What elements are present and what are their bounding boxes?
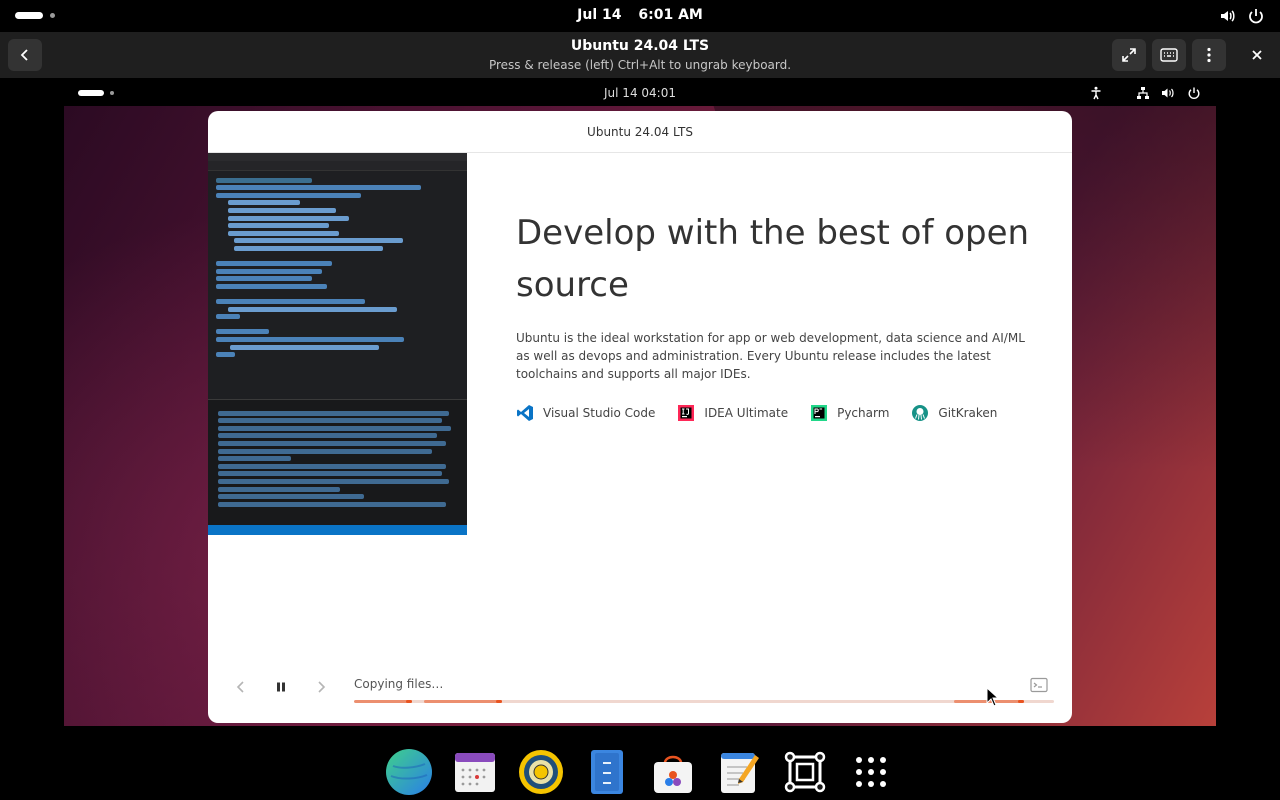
show-terminal-button[interactable]	[1030, 677, 1048, 697]
pause-icon	[277, 682, 285, 692]
rhythmbox-icon	[519, 750, 563, 794]
host-time: 6:01 AM	[638, 7, 703, 23]
fullscreen-icon	[1122, 48, 1136, 62]
ide-item-gitkraken: GitKraken	[911, 404, 997, 422]
ungrab-hint: Press & release (left) Ctrl+Alt to ungra…	[488, 58, 792, 72]
slide-heading: Develop with the best of open source	[516, 213, 1030, 305]
vm-top-bar: Jul 14 04:01	[64, 80, 1216, 106]
dock-app-center[interactable]	[649, 748, 697, 796]
ide-label: Pycharm	[837, 406, 890, 420]
install-progress-bar	[354, 700, 1054, 703]
gitkraken-icon	[912, 405, 929, 421]
previous-slide-icon	[236, 681, 244, 693]
vm-volume-icon[interactable]	[1161, 86, 1175, 100]
calendar-icon	[455, 753, 495, 792]
app-grid-icon	[856, 757, 886, 787]
text-editor-icon	[721, 753, 759, 793]
host-clock[interactable]: Jul 14 6:01 AM	[0, 7, 1280, 23]
power-icon[interactable]	[1247, 7, 1265, 25]
next-slide-icon	[318, 681, 326, 693]
dock-rhythmbox[interactable]	[517, 748, 565, 796]
vscode-icon	[517, 405, 533, 421]
ide-item-vscode: Visual Studio Code	[516, 404, 655, 422]
vscode-screenshot	[208, 153, 467, 535]
pycharm-icon	[811, 405, 828, 421]
ide-label: IDEA Ultimate	[704, 406, 789, 420]
terminal-icon	[1030, 677, 1048, 693]
keyboard-button[interactable]	[1152, 39, 1186, 71]
install-status: Copying files…	[354, 677, 444, 691]
host-top-bar: Jul 14 6:01 AM	[0, 0, 1280, 32]
next-slide-button[interactable]	[312, 678, 330, 696]
accessibility-icon[interactable]	[1089, 86, 1103, 100]
close-icon	[1252, 50, 1262, 60]
ide-item-idea: IDEA Ultimate	[677, 404, 788, 422]
app-center-icon	[654, 755, 692, 793]
files-icon	[591, 750, 623, 794]
vm-clock[interactable]: Jul 14 04:01	[64, 86, 1216, 100]
dock-calendar[interactable]	[451, 748, 499, 796]
browser-icon	[386, 749, 432, 795]
dock-boxes[interactable]	[781, 748, 829, 796]
vm-display[interactable]: Jul 14 04:01 Ubuntu 24.04 LTS Develop wi…	[64, 80, 1216, 726]
vm-power-icon[interactable]	[1187, 86, 1201, 100]
boxes-icon	[784, 751, 826, 793]
ide-label: GitKraken	[938, 406, 998, 420]
slide-description: Ubuntu is the ideal workstation for app …	[516, 331, 1025, 381]
dock-app-grid[interactable]	[847, 748, 895, 796]
vscode-status-bar	[208, 525, 467, 535]
dock-files[interactable]	[583, 748, 631, 796]
dock-text-editor[interactable]	[715, 748, 763, 796]
pause-button[interactable]	[272, 678, 290, 696]
network-icon[interactable]	[1136, 86, 1150, 100]
menu-button[interactable]	[1192, 39, 1226, 71]
keyboard-icon	[1160, 48, 1178, 62]
volume-icon[interactable]	[1219, 7, 1237, 25]
boxes-header-bar: Ubuntu 24.04 LTS Press & release (left) …	[0, 32, 1280, 78]
installer-window: Ubuntu 24.04 LTS Develop with the best o…	[208, 111, 1072, 723]
mouse-cursor-icon	[986, 687, 1000, 707]
host-date: Jul 14	[577, 7, 622, 23]
window-title: Ubuntu 24.04 LTS	[570, 38, 710, 54]
ide-label: Visual Studio Code	[543, 406, 656, 420]
menu-icon	[1207, 47, 1211, 63]
installer-title: Ubuntu 24.04 LTS	[208, 111, 1072, 153]
dock-browser[interactable]	[385, 748, 433, 796]
ide-list: Visual Studio Code IDEA Ultimate Pycharm…	[516, 403, 1019, 423]
dock	[0, 740, 1280, 800]
close-button[interactable]	[1240, 39, 1274, 71]
previous-slide-button[interactable]	[232, 678, 250, 696]
ide-item-pycharm: Pycharm	[810, 404, 889, 422]
fullscreen-button[interactable]	[1112, 39, 1146, 71]
intellij-icon	[678, 405, 695, 421]
